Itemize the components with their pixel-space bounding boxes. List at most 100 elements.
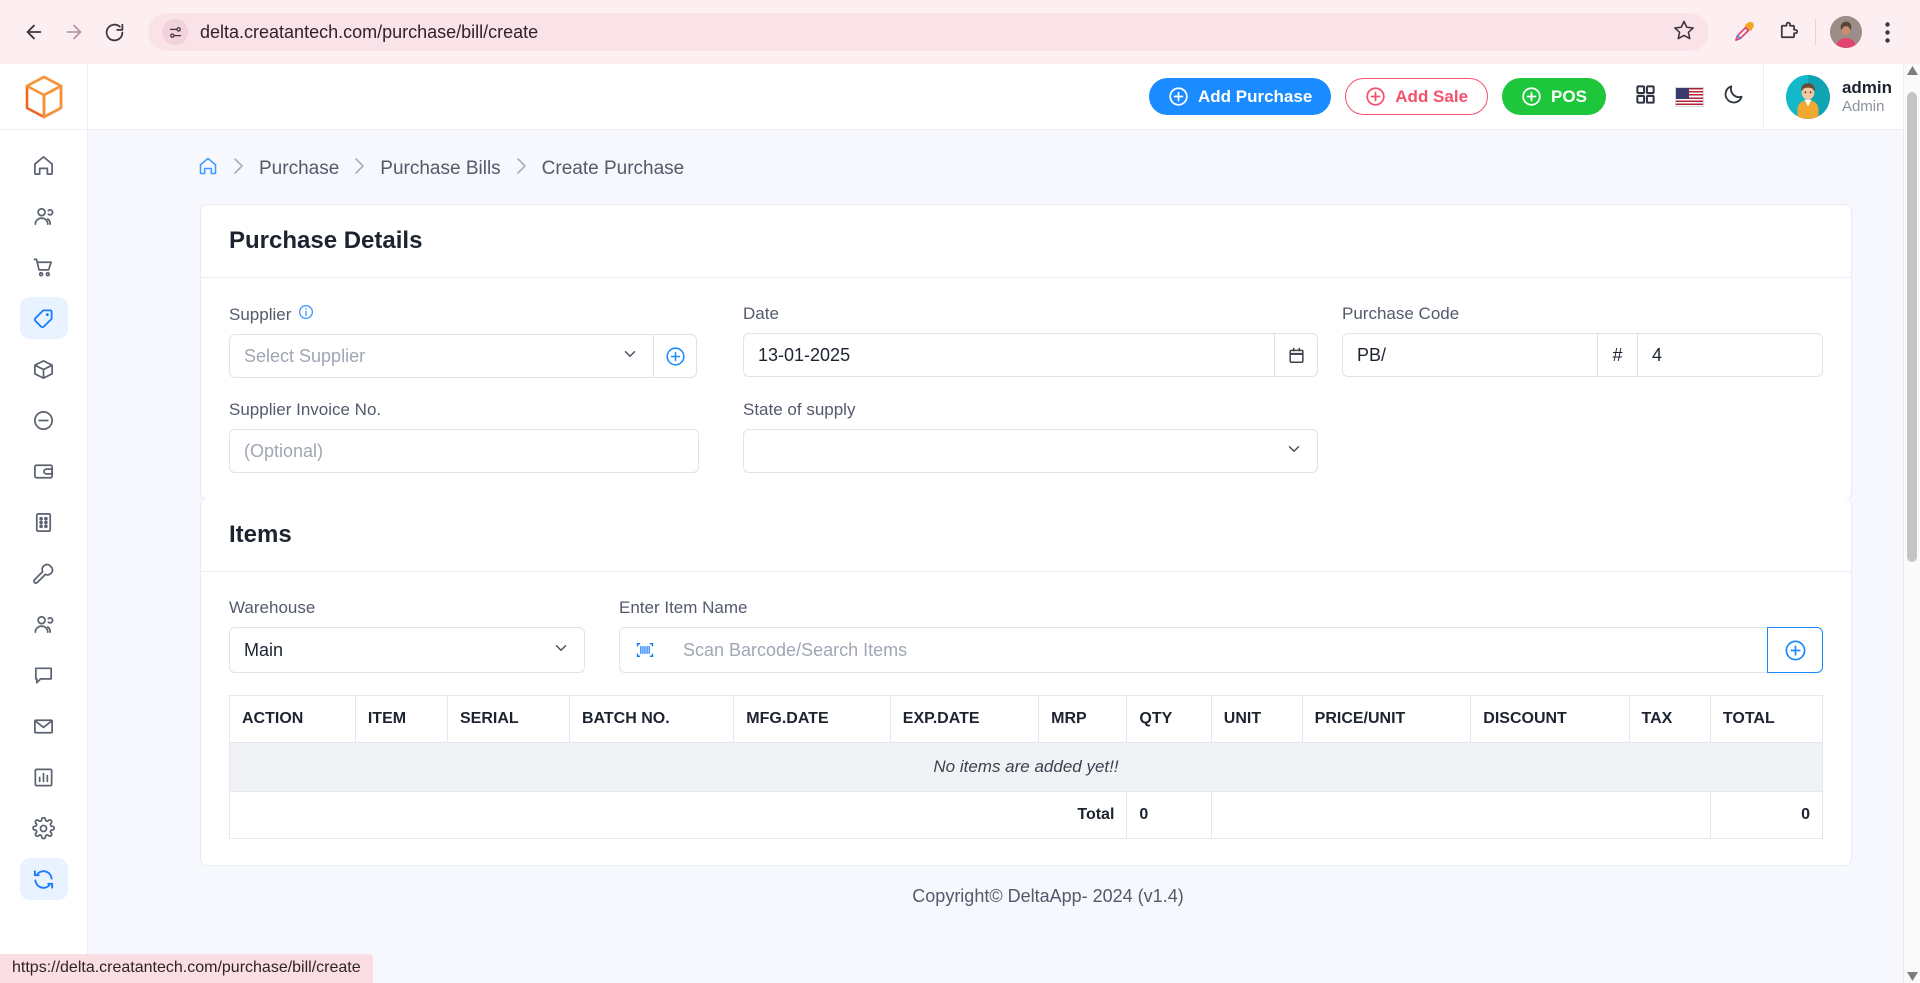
sidebar-item-tools[interactable] (20, 552, 68, 594)
page-viewport: Add Purchase Add Sale POS (0, 64, 1920, 983)
breadcrumb-item-purchase[interactable]: Purchase (259, 158, 339, 180)
column-total: TOTAL (1710, 696, 1822, 743)
supplier-label-wrap: Supplier (229, 304, 699, 325)
sidebar-item-home[interactable] (20, 144, 68, 186)
scroll-down-arrow-icon[interactable] (1904, 972, 1920, 981)
supplier-field: Supplier Select Supplier (229, 304, 699, 378)
chevron-right-icon (515, 157, 528, 181)
purchase-details-title: Purchase Details (201, 205, 1851, 278)
eyedropper-icon[interactable] (1725, 13, 1763, 51)
items-table-body: No items are added yet!! Total 0 0 (230, 743, 1823, 839)
info-circle-icon[interactable] (298, 304, 314, 325)
calendar-icon[interactable] (1274, 333, 1318, 377)
sidebar-item-company[interactable] (20, 501, 68, 543)
add-sale-button[interactable]: Add Sale (1345, 78, 1488, 115)
item-search-group: Scan Barcode/Search Items (619, 627, 1823, 673)
extensions-puzzle-icon[interactable] (1769, 13, 1807, 51)
column-tax: TAX (1629, 696, 1710, 743)
scrollbar-thumb[interactable] (1907, 92, 1917, 562)
three-dot-menu-icon[interactable] (1868, 13, 1906, 51)
sidebar-item-reports[interactable] (20, 756, 68, 798)
header-action-buttons: Add Purchase Add Sale POS (1149, 78, 1606, 115)
browser-profile-avatar[interactable] (1830, 16, 1862, 48)
empty-message: No items are added yet!! (230, 743, 1823, 792)
moon-dark-mode-icon[interactable] (1722, 83, 1745, 111)
sidebar-item-sync[interactable] (20, 858, 68, 900)
column-serial: SERIAL (448, 696, 570, 743)
back-arrow-icon[interactable] (14, 12, 54, 52)
date-input[interactable]: 13-01-2025 (743, 333, 1274, 377)
address-bar[interactable]: delta.creatantech.com/purchase/bill/crea… (148, 13, 1709, 51)
pos-button[interactable]: POS (1502, 78, 1606, 115)
purchase-code-number-input[interactable]: 4 (1637, 333, 1823, 377)
item-name-label: Enter Item Name (619, 598, 1823, 618)
item-search-placeholder: Scan Barcode/Search Items (683, 640, 907, 661)
sidebar-item-messages[interactable] (20, 654, 68, 696)
barcode-scan-icon[interactable] (619, 627, 669, 673)
supplier-invoice-input[interactable]: (Optional) (229, 429, 699, 473)
app-footer: Copyright© DeltaApp- 2024 (v1.4) (88, 866, 1920, 907)
toolbar-divider (1815, 19, 1816, 45)
items-title: Items (201, 499, 1851, 572)
pos-label: POS (1551, 87, 1587, 107)
cube-logo[interactable] (0, 64, 87, 130)
supplier-value: Select Supplier (244, 346, 365, 367)
items-table-empty-row: No items are added yet!! (230, 743, 1823, 792)
breadcrumb: Purchase Purchase Bills Create Purchase (88, 130, 1920, 204)
forward-arrow-icon[interactable] (54, 12, 94, 52)
add-supplier-button[interactable] (653, 334, 697, 378)
column-item: ITEM (355, 696, 447, 743)
user-role: Admin (1842, 98, 1892, 117)
scroll-up-arrow-icon[interactable] (1904, 66, 1920, 75)
sidebar-item-expenses[interactable] (20, 399, 68, 441)
purchase-code-prefix-input[interactable]: PB/ (1342, 333, 1597, 377)
supplier-group: Select Supplier (229, 334, 699, 378)
item-search-input[interactable]: Scan Barcode/Search Items (669, 627, 1767, 673)
browser-chrome: delta.creatantech.com/purchase/bill/crea… (0, 0, 1920, 64)
sidebar-item-customers[interactable] (20, 195, 68, 237)
supplier-select[interactable]: Select Supplier (229, 334, 653, 378)
sidebar-item-cart[interactable] (20, 246, 68, 288)
add-purchase-button[interactable]: Add Purchase (1149, 78, 1331, 115)
column-batch-no: BATCH NO. (569, 696, 733, 743)
page-scrollbar[interactable] (1903, 64, 1920, 983)
items-card: Items Warehouse Main (200, 499, 1852, 866)
column-action: ACTION (230, 696, 356, 743)
sidebar-item-settings[interactable] (20, 807, 68, 849)
sidebar-item-users[interactable] (20, 603, 68, 645)
user-name: admin (1842, 77, 1892, 98)
warehouse-select[interactable]: Main (229, 627, 585, 673)
sidebar-item-payments[interactable] (20, 450, 68, 492)
reload-icon[interactable] (94, 12, 134, 52)
items-table: ACTION ITEM SERIAL BATCH NO. MFG.DATE EX… (229, 695, 1823, 839)
scroll-area: Purchase Purchase Bills Create Purchase … (88, 130, 1920, 983)
user-menu[interactable]: admin Admin (1763, 64, 1920, 130)
column-price-unit: PRICE/UNIT (1302, 696, 1471, 743)
column-exp-date: EXP.DATE (890, 696, 1038, 743)
purchase-details-card: Purchase Details Supplier (200, 204, 1852, 500)
add-item-button[interactable] (1767, 627, 1823, 673)
date-field: Date 13-01-2025 (743, 304, 1318, 378)
supplier-invoice-field: Supplier Invoice No. (Optional) (229, 400, 699, 473)
date-group: 13-01-2025 (743, 333, 1318, 377)
sidebar-item-purchase[interactable] (20, 297, 68, 339)
supplier-invoice-placeholder: (Optional) (244, 441, 323, 462)
state-of-supply-select[interactable] (743, 429, 1318, 473)
sidebar-item-inventory[interactable] (20, 348, 68, 390)
chevron-right-icon (232, 157, 245, 181)
sidebar-item-mail[interactable] (20, 705, 68, 747)
site-settings-icon[interactable] (162, 19, 188, 45)
us-flag-icon[interactable] (1675, 87, 1704, 107)
column-unit: UNIT (1211, 696, 1302, 743)
supplier-invoice-label: Supplier Invoice No. (229, 400, 699, 420)
item-name-field: Enter Item Name Scan Barcode/Search (619, 598, 1823, 673)
form-row-1: Supplier Select Supplier (229, 304, 1823, 378)
column-mfg-date: MFG.DATE (734, 696, 891, 743)
state-of-supply-field: State of supply (743, 400, 1318, 473)
warehouse-label: Warehouse (229, 598, 585, 618)
breadcrumb-home-icon[interactable] (198, 156, 218, 182)
star-icon[interactable] (1673, 19, 1695, 46)
grid-apps-icon[interactable] (1634, 83, 1657, 111)
chevron-down-icon (552, 639, 570, 662)
breadcrumb-item-purchase-bills[interactable]: Purchase Bills (380, 158, 500, 180)
